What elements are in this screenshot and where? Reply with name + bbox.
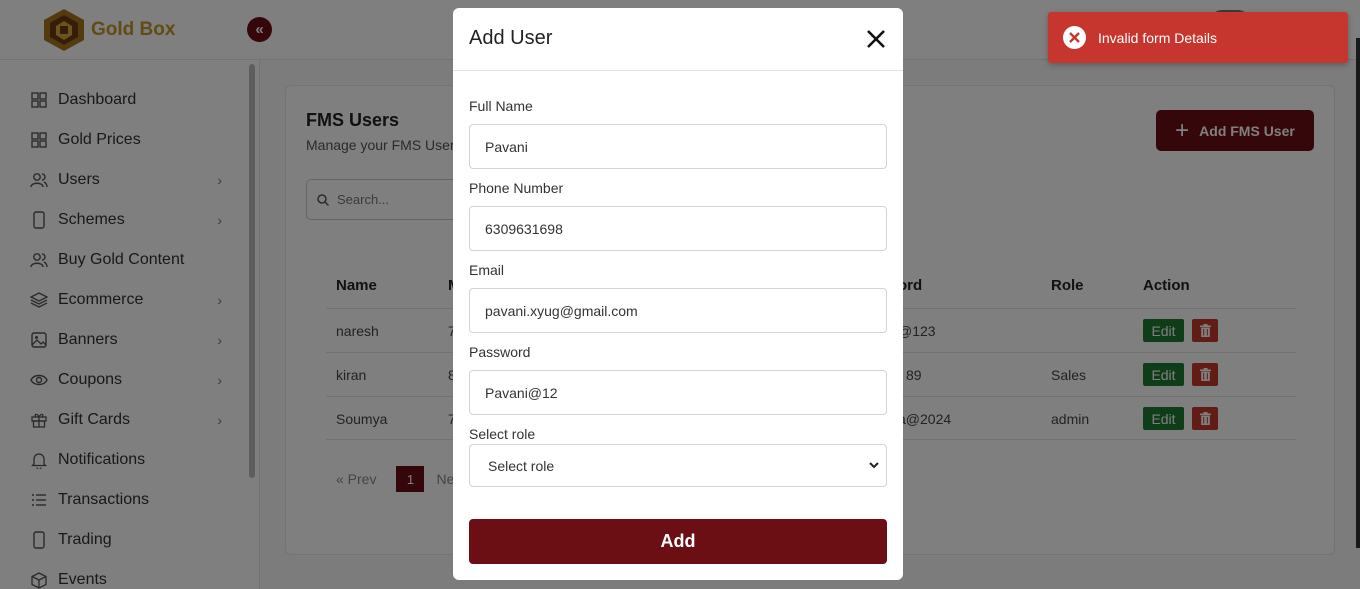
- full-name-field[interactable]: [469, 124, 887, 169]
- select-role-label: Select role: [469, 426, 536, 442]
- chevron-down-icon: [869, 462, 879, 469]
- close-icon: [867, 30, 885, 48]
- error-icon: [1063, 26, 1086, 49]
- email-label: Email: [469, 262, 505, 278]
- modal-header: Add User: [453, 8, 903, 71]
- phone-number-field[interactable]: [469, 206, 887, 251]
- password-label: Password: [469, 344, 531, 360]
- phone-number-label: Phone Number: [469, 180, 564, 196]
- close-button[interactable]: [863, 26, 889, 52]
- role-select-value: Select role: [488, 457, 555, 474]
- modal-title: Add User: [469, 27, 553, 49]
- full-name-label: Full Name: [469, 98, 533, 114]
- toast-message: Invalid form Details: [1098, 29, 1218, 46]
- add-user-submit-button[interactable]: Add: [469, 519, 887, 564]
- error-toast[interactable]: Invalid form Details: [1048, 12, 1348, 63]
- password-field[interactable]: [469, 370, 887, 415]
- add-user-modal: Add User Full Name Phone Number Email Pa…: [453, 8, 903, 580]
- email-field[interactable]: [469, 288, 887, 333]
- role-select[interactable]: Select role: [469, 444, 887, 487]
